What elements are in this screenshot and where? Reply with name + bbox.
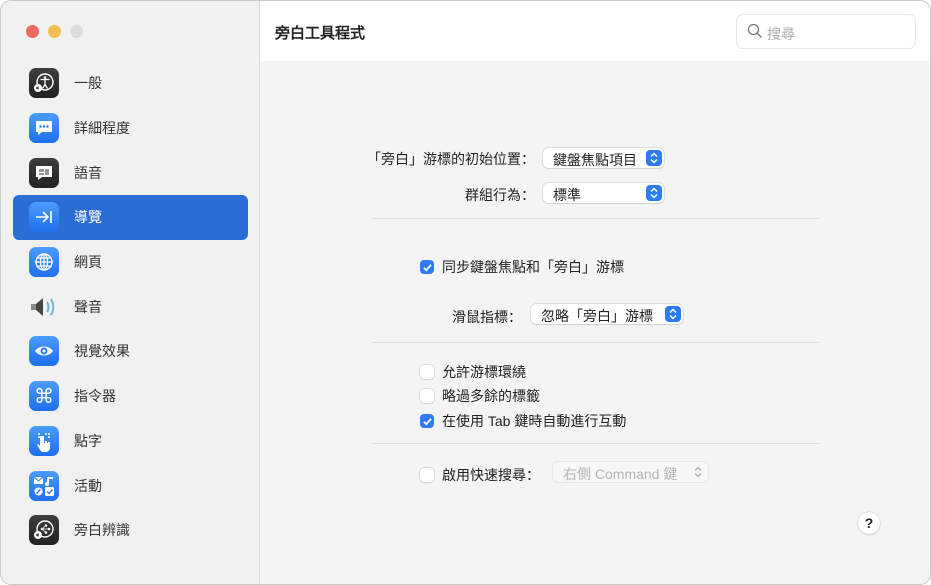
zoom-button[interactable] bbox=[70, 25, 83, 38]
sidebar-item-visuals[interactable]: 視覺效果 bbox=[13, 329, 248, 374]
up-down-chevron-icon bbox=[646, 185, 662, 201]
allow-wrap-checkbox[interactable]: 允許游標環繞 bbox=[420, 362, 526, 382]
divider bbox=[372, 218, 819, 219]
initial-position-popup[interactable]: 鍵盤焦點項目 bbox=[543, 148, 664, 168]
window: 一般 詳細程度 語音 導覽 網頁 聲音 視覺效果 ⌘ 指令器 點字 活動 旁白辨… bbox=[0, 0, 931, 585]
group-behavior-popup[interactable]: 標準 bbox=[543, 183, 664, 203]
mouse-pointer-popup[interactable]: 忽略「旁白」游標 bbox=[531, 304, 683, 324]
divider bbox=[372, 443, 819, 444]
divider bbox=[372, 342, 819, 343]
sidebar-item-voiceover-recognition[interactable]: 旁白辨識 bbox=[13, 508, 248, 553]
speech-bubble-dots-icon bbox=[29, 113, 59, 144]
sidebar-item-label: 一般 bbox=[74, 75, 102, 92]
sidebar-item-sound[interactable]: 聲音 bbox=[13, 284, 248, 329]
sidebar-item-label: 活動 bbox=[74, 477, 102, 494]
sidebar-item-speech[interactable]: 語音 bbox=[13, 150, 248, 195]
checkbox-box bbox=[420, 468, 434, 482]
checkbox-box bbox=[420, 365, 434, 379]
sidebar-item-braille[interactable]: 點字 bbox=[13, 419, 248, 464]
sidebar-item-label: 網頁 bbox=[74, 254, 102, 271]
sync-focus-checkbox[interactable]: 同步鍵盤焦點和「旁白」游標 bbox=[420, 257, 624, 277]
globe-icon bbox=[29, 247, 59, 278]
group-behavior-value: 標準 bbox=[553, 187, 581, 203]
initial-position-value: 鍵盤焦點項目 bbox=[553, 152, 637, 168]
sidebar-item-commanders[interactable]: ⌘ 指令器 bbox=[13, 374, 248, 419]
window-controls bbox=[26, 25, 83, 38]
group-behavior-label: 群組行為： bbox=[465, 187, 535, 203]
sidebar-item-label: 點字 bbox=[74, 432, 102, 449]
sidebar-item-label: 導覽 bbox=[74, 209, 102, 226]
eye-icon bbox=[29, 336, 59, 367]
command-key-icon: ⌘ bbox=[29, 381, 59, 412]
mouse-pointer-label: 滑鼠指標： bbox=[452, 309, 522, 325]
search-input[interactable]: 搜尋 bbox=[736, 14, 916, 49]
sidebar-item-label: 語音 bbox=[74, 164, 102, 181]
checkmark-icon bbox=[420, 260, 434, 274]
sidebar-item-general[interactable]: 一般 bbox=[13, 61, 248, 106]
braille-hand-icon bbox=[29, 425, 59, 456]
up-down-chevron-icon bbox=[646, 150, 662, 166]
quick-search-key-value: 右側 Command 鍵 bbox=[563, 466, 678, 482]
checkbox-box bbox=[420, 389, 434, 403]
header: 旁白工具程式 搜尋 bbox=[260, 1, 930, 61]
speech-bubble-icon bbox=[29, 157, 59, 188]
quick-search-checkbox[interactable]: 啟用快速搜尋： bbox=[420, 465, 540, 485]
initial-position-label: 「旁白」游標的初始位置： bbox=[367, 151, 535, 167]
sidebar-item-navigation[interactable]: 導覽 bbox=[13, 195, 248, 240]
sidebar-item-verbosity[interactable]: 詳細程度 bbox=[13, 106, 248, 151]
mouse-pointer-value: 忽略「旁白」游標 bbox=[541, 308, 653, 324]
minimize-button[interactable] bbox=[48, 25, 61, 38]
sidebar-item-label: 旁白辨識 bbox=[74, 522, 130, 539]
page-title: 旁白工具程式 bbox=[275, 25, 366, 42]
sidebar-list: 一般 詳細程度 語音 導覽 網頁 聲音 視覺效果 ⌘ 指令器 點字 活動 旁白辨… bbox=[13, 61, 248, 553]
up-down-chevron-icon bbox=[665, 306, 681, 322]
auto-interact-checkbox[interactable]: 在使用 Tab 鍵時自動進行互動 bbox=[420, 411, 626, 431]
search-icon bbox=[747, 23, 763, 42]
speaker-icon bbox=[29, 292, 59, 322]
activities-icon bbox=[29, 470, 59, 501]
quick-search-key-popup[interactable]: 右側 Command 鍵 bbox=[553, 462, 708, 482]
sidebar-item-web[interactable]: 網頁 bbox=[13, 240, 248, 285]
up-down-chevron-icon bbox=[690, 464, 706, 480]
sidebar-item-label: 視覺效果 bbox=[74, 343, 130, 360]
search-placeholder: 搜尋 bbox=[767, 26, 795, 42]
close-button[interactable] bbox=[26, 25, 39, 38]
sidebar-item-label: 指令器 bbox=[74, 388, 116, 405]
skip-redundant-checkbox[interactable]: 略過多餘的標籤 bbox=[420, 386, 540, 406]
sidebar-item-label: 詳細程度 bbox=[74, 120, 130, 137]
settings-content: 「旁白」游標的初始位置： 鍵盤焦點項目 群組行為： 標準 同步鍵盤焦點和「旁白」… bbox=[260, 61, 930, 584]
help-button[interactable]: ? bbox=[858, 512, 880, 534]
voiceover-recognition-icon bbox=[29, 515, 59, 546]
accessibility-voiceover-icon bbox=[29, 68, 59, 99]
sidebar-item-activities[interactable]: 活動 bbox=[13, 463, 248, 508]
sidebar: 一般 詳細程度 語音 導覽 網頁 聲音 視覺效果 ⌘ 指令器 點字 活動 旁白辨… bbox=[1, 1, 260, 584]
sidebar-item-label: 聲音 bbox=[74, 298, 102, 315]
checkmark-icon bbox=[420, 414, 434, 428]
arrow-to-bar-icon bbox=[29, 202, 59, 233]
